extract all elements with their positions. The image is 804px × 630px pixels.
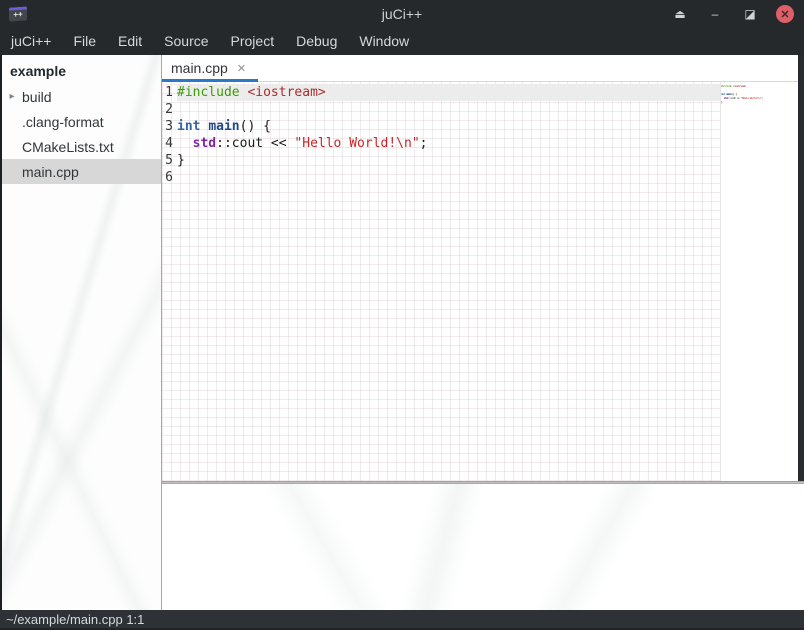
- menu-item-project[interactable]: Project: [220, 28, 286, 55]
- token-plain: ;: [420, 136, 428, 151]
- line-text: [177, 169, 720, 186]
- menu-item-juci[interactable]: juCi++: [0, 28, 62, 55]
- menubar: juCi++FileEditSourceProjectDebugWindow: [0, 28, 804, 55]
- tree-item-build[interactable]: ▸build: [2, 84, 161, 109]
- close-icon: ✕: [780, 8, 789, 21]
- tree-item-cmakelists-txt[interactable]: CMakeLists.txt: [2, 134, 161, 159]
- token-plain: [177, 136, 193, 151]
- shade-button[interactable]: ⏏: [671, 5, 689, 23]
- line-number: 5: [162, 152, 177, 169]
- shade-icon: ⏏: [674, 7, 685, 21]
- token-plain: }: [177, 153, 185, 168]
- token-plain: <<: [263, 136, 294, 151]
- token-plain: () {: [240, 119, 271, 134]
- file-tree: ▸build .clang-format CMakeLists.txt main.cp…: [2, 84, 161, 184]
- menu-item-source[interactable]: Source: [153, 28, 219, 55]
- code-line: 2: [162, 101, 720, 118]
- token-string: "Hello World!\n": [294, 136, 419, 151]
- expander-icon[interactable]: ▸: [2, 91, 22, 102]
- line-number: 6: [162, 169, 177, 186]
- token-incfile: <iostream>: [733, 84, 746, 88]
- line-number: 1: [162, 84, 177, 101]
- token-keyword: int: [177, 119, 200, 134]
- status-text: ~/example/main.cpp 1:1: [6, 612, 144, 627]
- tab-bar: main.cpp ✕: [162, 55, 798, 82]
- token-plain: ;: [762, 96, 763, 100]
- line-text: std::cout << "Hello World!\n";: [177, 135, 720, 152]
- window-controls: ⏏ – ◪ ✕: [671, 0, 794, 28]
- code-line: 4 std::cout << "Hello World!\n";: [162, 135, 720, 152]
- line-number: 3: [162, 118, 177, 135]
- code-line: 1#include <iostream>: [162, 84, 720, 101]
- menu-item-edit[interactable]: Edit: [107, 28, 153, 55]
- line-number: 2: [162, 101, 177, 118]
- token-incfile: <iostream>: [247, 85, 325, 100]
- token-plain: ::: [216, 136, 232, 151]
- tree-item-clang-format[interactable]: .clang-format: [2, 109, 161, 134]
- line-text: #include <iostream>: [177, 84, 720, 101]
- code-line: 3int main() {: [162, 118, 720, 135]
- line-text: [177, 101, 720, 118]
- menu-item-file[interactable]: File: [62, 28, 107, 55]
- tree-item-label: CMakeLists.txt: [22, 139, 114, 155]
- line-text: }: [177, 152, 720, 169]
- code-line: 5}: [162, 152, 720, 169]
- token-preproc: #include: [721, 84, 731, 88]
- tree-item-label: build: [22, 89, 52, 105]
- tab-close-icon[interactable]: ✕: [237, 62, 246, 75]
- app-icon: ++: [9, 6, 27, 21]
- sidebar: example ▸build .clang-format CMakeLists.tx…: [2, 55, 162, 610]
- terminal-panel[interactable]: [162, 484, 804, 610]
- tree-item-label: main.cpp: [22, 164, 79, 180]
- token-preproc: #include: [177, 85, 240, 100]
- minimize-button[interactable]: –: [706, 5, 724, 23]
- main-panel: main.cpp✕ 1#include <iostream>23int main…: [162, 55, 804, 610]
- close-button[interactable]: ✕: [776, 5, 794, 23]
- token-string: "Hello World!\n": [741, 96, 762, 100]
- tree-item-label: .clang-format: [22, 114, 104, 130]
- line-text: int main() {: [177, 118, 720, 135]
- minimap[interactable]: #include <iostream>int main() { std::cou…: [720, 82, 798, 481]
- content-area: example ▸build .clang-format CMakeLists.tx…: [0, 55, 804, 610]
- tree-item-main-cpp[interactable]: main.cpp: [2, 159, 161, 184]
- minimap-line: [721, 104, 798, 108]
- token-namespace: std: [193, 136, 216, 151]
- status-bar: ~/example/main.cpp 1:1: [0, 610, 804, 630]
- editor-region: 1#include <iostream>23int main() {4 std:…: [162, 82, 798, 481]
- editor-scrollbar[interactable]: [798, 55, 804, 481]
- token-plain: cout: [232, 136, 263, 151]
- code-line: 6: [162, 169, 720, 186]
- line-number: 4: [162, 135, 177, 152]
- token-plain: }: [721, 100, 722, 104]
- project-name: example: [2, 55, 161, 84]
- tab-label: main.cpp: [171, 60, 228, 76]
- menu-item-window[interactable]: Window: [348, 28, 420, 55]
- maximize-icon: ◪: [744, 7, 755, 21]
- tab-main-cpp[interactable]: main.cpp ✕: [162, 55, 258, 81]
- minimize-icon: –: [712, 7, 719, 21]
- code-editor[interactable]: 1#include <iostream>23int main() {4 std:…: [162, 82, 720, 481]
- token-function: main: [208, 119, 239, 134]
- maximize-button[interactable]: ◪: [741, 5, 759, 23]
- menu-item-debug[interactable]: Debug: [285, 28, 348, 55]
- window-titlebar: ++ juCi++ ⏏–◪✕: [0, 0, 804, 28]
